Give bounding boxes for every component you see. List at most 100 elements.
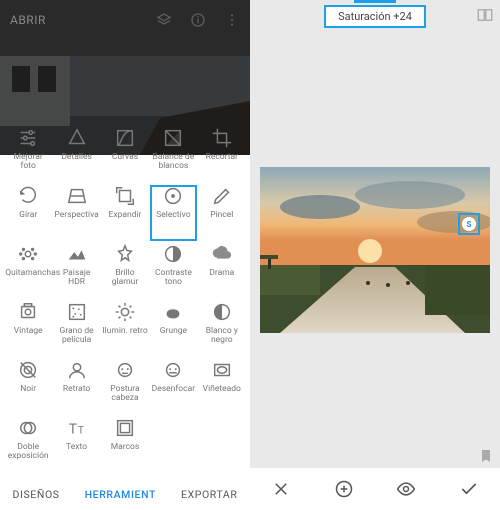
tool-retrolux[interactable]: Ilumin. retro <box>101 300 149 358</box>
tool-frames[interactable]: Marcos <box>101 416 149 474</box>
tool-headpose[interactable]: Postura cabeza <box>101 358 149 416</box>
tool-drama[interactable]: Drama <box>198 242 246 300</box>
hdr-icon <box>66 242 88 266</box>
selective-edit-pane: Saturación +24 <box>250 0 500 510</box>
active-indicator <box>354 0 396 3</box>
selective-action-bar <box>250 468 500 510</box>
curves-icon <box>114 126 136 150</box>
tool-label: Blanco y negro <box>199 327 245 346</box>
tool-label: Postura cabeza <box>102 385 148 404</box>
tool-label: Desenfocar <box>152 385 195 394</box>
cancel-button[interactable] <box>261 469 301 509</box>
expand-icon <box>114 184 136 208</box>
tonal-icon <box>162 242 184 266</box>
healing-icon <box>17 242 39 266</box>
tool-brush[interactable]: Pincel <box>198 184 246 242</box>
tool-label: Mejorar foto <box>5 153 51 172</box>
layers-icon[interactable] <box>156 12 172 28</box>
headpose-icon <box>114 358 136 382</box>
tool-label: Perspectiva <box>54 211 98 220</box>
crop-icon <box>211 126 233 150</box>
text-icon: TT <box>66 416 88 440</box>
wb-icon <box>162 126 184 150</box>
tool-rotate[interactable]: Girar <box>4 184 52 242</box>
tool-crop[interactable]: Recortar <box>198 126 246 184</box>
tool-text[interactable]: TT Texto <box>52 416 100 474</box>
tool-label: Pincel <box>210 211 233 220</box>
edited-photo[interactable]: S <box>260 167 490 333</box>
vignette-icon <box>211 358 233 382</box>
more-icon[interactable] <box>224 12 240 28</box>
tool-healing[interactable]: Quitamanchas <box>4 242 52 300</box>
editor-dimmed-backdrop: ABRIR <box>0 0 250 118</box>
tune-icon <box>17 126 39 150</box>
tool-portrait[interactable]: Retrato <box>52 358 100 416</box>
vintage-icon <box>17 300 39 324</box>
tool-grunge[interactable]: Grunge <box>149 300 197 358</box>
details-icon <box>66 126 88 150</box>
tool-label: Texto <box>66 443 87 452</box>
tool-vignette[interactable]: Viñeteado <box>198 358 246 416</box>
svg-text:T: T <box>68 421 76 437</box>
tool-label: Noir <box>20 385 36 394</box>
tool-label: Quitamanchas <box>5 269 51 278</box>
tab-designs[interactable]: DISEÑOS <box>13 488 60 501</box>
tool-label: Girar <box>19 211 37 220</box>
tool-hdr[interactable]: Paisaje HDR <box>52 242 100 300</box>
tool-label: Grano de película <box>54 327 100 346</box>
tool-details[interactable]: Detalles <box>52 126 100 184</box>
tool-label: Marcos <box>111 443 140 452</box>
tool-blur[interactable]: Desenfocar <box>149 358 197 416</box>
tool-label: Ilumin. retro <box>102 327 147 336</box>
canvas-area[interactable]: S <box>250 32 500 468</box>
tool-wb[interactable]: Balance de blancos <box>149 126 197 184</box>
tool-label: Brillo glamur <box>102 269 148 288</box>
tool-curves[interactable]: Curvas <box>101 126 149 184</box>
apply-button[interactable] <box>449 469 489 509</box>
selective-control-point[interactable]: S <box>458 213 480 235</box>
tool-label: Viñeteado <box>203 385 241 394</box>
tool-expand[interactable]: Expandir <box>101 184 149 242</box>
tool-tonal[interactable]: Contraste tono <box>149 242 197 300</box>
tool-label: Selectivo <box>156 211 190 220</box>
visibility-button[interactable] <box>386 469 426 509</box>
adjustment-header: Saturación +24 <box>250 0 500 32</box>
tool-noir[interactable]: Noir <box>4 358 52 416</box>
drama-icon <box>211 242 233 266</box>
grain-icon <box>66 300 88 324</box>
portrait-icon <box>66 358 88 382</box>
bw-icon <box>211 300 233 324</box>
tool-glamour[interactable]: Brillo glamur <box>101 242 149 300</box>
info-icon[interactable] <box>190 12 206 28</box>
add-point-button[interactable] <box>324 469 364 509</box>
tools-pane: ABRIR Mejorar fotoDetallesCurv <box>0 0 250 510</box>
tool-label: Recortar <box>206 153 238 162</box>
tool-tune[interactable]: Mejorar foto <box>4 126 52 184</box>
tool-label: Contraste tono <box>150 269 196 288</box>
tab-tools[interactable]: HERRAMIENT <box>85 488 156 501</box>
tool-label: Detalles <box>61 153 92 162</box>
tool-label: Balance de blancos <box>150 153 196 172</box>
open-button[interactable]: ABRIR <box>10 13 46 27</box>
compare-icon[interactable] <box>476 6 494 24</box>
svg-text:T: T <box>78 425 84 436</box>
tool-label: Curvas <box>112 153 138 162</box>
blur-icon <box>162 358 184 382</box>
tool-label: Paisaje HDR <box>54 269 100 288</box>
control-point-label: S <box>462 217 476 231</box>
tool-grain[interactable]: Grano de película <box>52 300 100 358</box>
adjustment-value-badge[interactable]: Saturación +24 <box>324 5 426 28</box>
tool-selective[interactable]: Selectivo <box>149 184 197 242</box>
bookmark-icon[interactable] <box>478 448 494 464</box>
bottom-tabs: DISEÑOS HERRAMIENT EXPORTAR <box>0 478 250 510</box>
noir-icon <box>17 358 39 382</box>
tool-label: Vintage <box>14 327 43 336</box>
tool-dblexp[interactable]: Doble exposición <box>4 416 52 474</box>
tool-persp[interactable]: Perspectiva <box>52 184 100 242</box>
tool-vintage[interactable]: Vintage <box>4 300 52 358</box>
tools-grid: Mejorar foto Detalles Curvas Balance de bla… <box>0 118 250 478</box>
tool-bw[interactable]: Blanco y negro <box>198 300 246 358</box>
tab-export[interactable]: EXPORTAR <box>181 488 237 501</box>
brush-icon <box>211 184 233 208</box>
grunge-icon <box>162 300 184 324</box>
